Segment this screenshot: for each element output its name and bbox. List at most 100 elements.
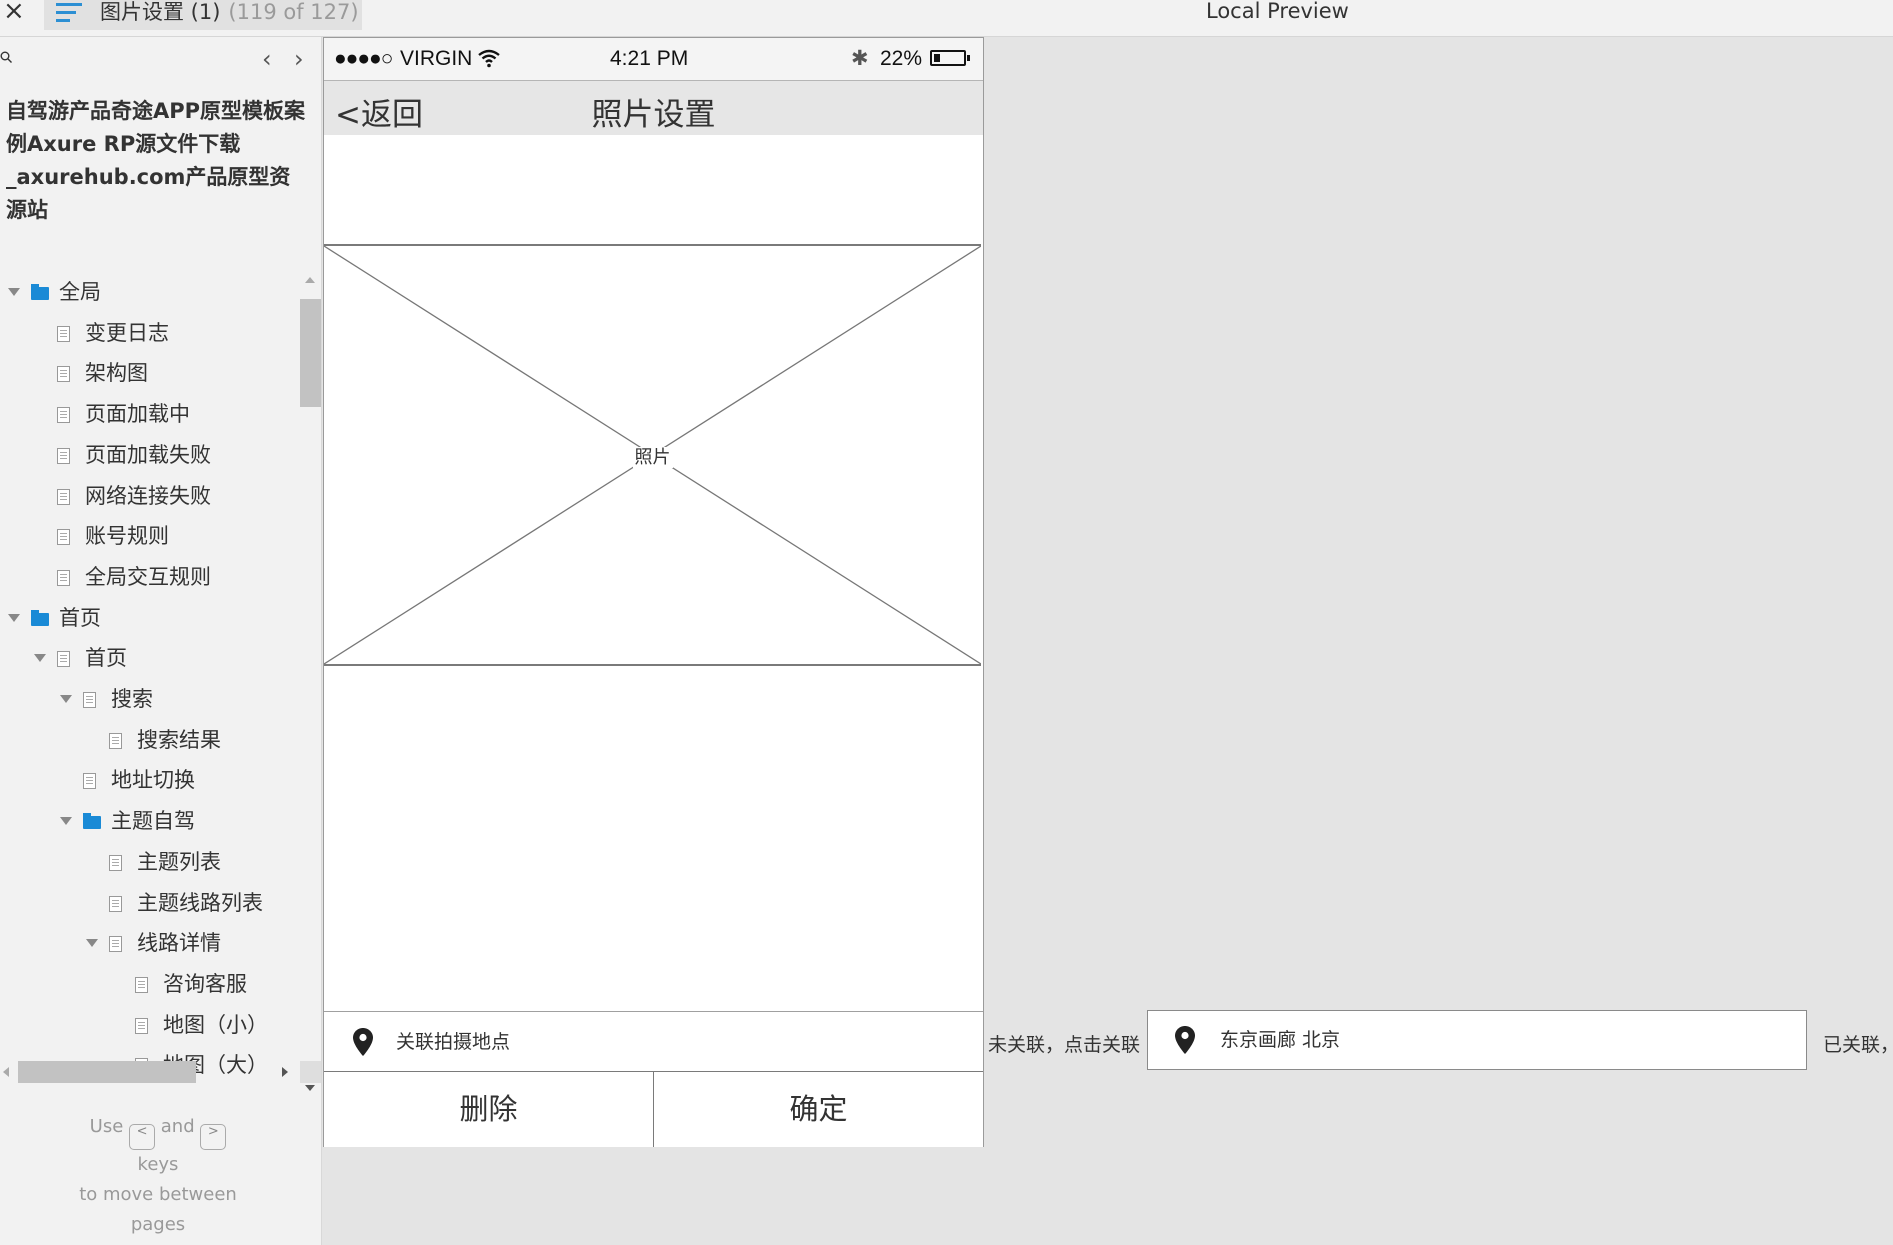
tree-item[interactable]: 架构图	[0, 353, 300, 393]
tree-item[interactable]: 首页	[0, 598, 300, 638]
battery-level	[934, 54, 940, 62]
page-tab-title: 图片设置 (1) (119 of 127)	[100, 0, 359, 24]
tree-item[interactable]: 页面加载失败	[0, 435, 300, 475]
tree-item-label: 搜索	[111, 687, 153, 711]
confirm-button[interactable]: 确定	[654, 1072, 983, 1147]
tree-item[interactable]: 咨询客服	[0, 964, 300, 1004]
tree-item[interactable]: 账号规则	[0, 516, 300, 556]
next-key-icon: >	[200, 1124, 227, 1150]
page-icon	[57, 569, 70, 586]
tree-item[interactable]: 线路详情	[0, 923, 300, 963]
tree-item-label: 全局	[59, 280, 101, 304]
tree-item-label: 页面加载失败	[85, 442, 211, 467]
tree-item[interactable]: 全局	[0, 272, 300, 312]
tree-item[interactable]: 地图（小）	[0, 1005, 300, 1045]
scroll-left-arrow-icon[interactable]	[3, 1067, 9, 1077]
sidebar-horizontal-scrollbar[interactable]	[0, 1061, 300, 1083]
page-icon	[57, 366, 70, 383]
tree-item[interactable]: 全局交互规则	[0, 557, 300, 597]
page-icon	[135, 1017, 148, 1034]
linked-location-row[interactable]: 东京画廊 北京	[1147, 1010, 1807, 1070]
hint-and: and	[160, 1116, 195, 1137]
page-tab[interactable]: 图片设置 (1) (119 of 127)	[44, 0, 362, 30]
page-icon	[135, 976, 148, 993]
tree-item[interactable]: 地图导航	[0, 1086, 300, 1092]
previous-page-icon[interactable]: ‹	[262, 45, 272, 73]
signal-icon: ●●●●○	[334, 47, 393, 70]
linked-state-label: 已关联，	[1823, 1034, 1893, 1056]
nav-bar: <返回 照片设置	[324, 81, 983, 135]
tree-item-label: 咨询客服	[163, 971, 247, 996]
tree-item[interactable]: 主题线路列表	[0, 883, 300, 923]
status-time: 4:21 PM	[610, 47, 689, 70]
expand-arrow-icon[interactable]	[8, 288, 20, 296]
expand-arrow-icon[interactable]	[8, 613, 20, 622]
scrollbar-corner	[300, 1061, 321, 1083]
link-location-row[interactable]: 关联拍摄地点	[324, 1011, 983, 1072]
hint-keys: keys	[137, 1154, 179, 1175]
page-name: 图片设置 (1)	[100, 0, 221, 24]
page-icon	[109, 936, 122, 953]
page-icon	[57, 407, 70, 424]
tree-item-label: 页面加载中	[85, 402, 190, 427]
tree-item[interactable]: 搜索	[0, 679, 300, 719]
tree-item[interactable]: 主题自驾	[0, 801, 300, 841]
unlinked-state-label: 未关联，点击关联	[988, 1034, 1141, 1056]
tree-item-label: 地址切换	[111, 768, 195, 793]
tree-item[interactable]: 网络连接失败	[0, 476, 300, 516]
photo-label-wrap: 照片	[324, 443, 981, 469]
scroll-up-arrow-icon[interactable]	[305, 277, 315, 283]
close-icon[interactable]: ×	[3, 0, 25, 24]
page-icon	[57, 325, 70, 342]
tree-item[interactable]: 首页	[0, 638, 300, 678]
delete-button[interactable]: 删除	[324, 1072, 654, 1147]
battery-percent: 22%	[880, 47, 923, 70]
location-pin-icon	[1175, 1026, 1195, 1054]
tree-item[interactable]: 地址切换	[0, 760, 300, 800]
next-page-icon[interactable]: ›	[294, 45, 304, 73]
tree-item[interactable]: 变更日志	[0, 313, 300, 353]
tree-item-label: 变更日志	[85, 320, 169, 345]
tree-item-label: 地图导航	[163, 1086, 247, 1092]
hint-line2: to move between	[79, 1184, 237, 1205]
menu-icon[interactable]	[56, 3, 82, 23]
search-icon[interactable]	[0, 51, 12, 63]
app-title: Local Preview	[1206, 0, 1349, 23]
battery-tip	[967, 55, 970, 61]
scroll-down-arrow-icon[interactable]	[305, 1085, 315, 1091]
sidebar-vertical-scrollbar[interactable]	[300, 277, 321, 1091]
prev-key-icon: <	[129, 1124, 156, 1150]
tree-item-label: 主题列表	[137, 849, 221, 874]
tree-item[interactable]: 主题列表	[0, 842, 300, 882]
tree-item-label: 主题自驾	[111, 809, 195, 834]
page-icon	[57, 447, 70, 464]
page-icon	[83, 692, 96, 708]
battery-icon	[930, 50, 966, 66]
tree-item-label: 线路详情	[137, 931, 221, 956]
folder-icon	[31, 284, 49, 300]
tree-item-label: 搜索结果	[137, 727, 221, 752]
tree-item-label: 网络连接失败	[85, 483, 211, 508]
status-bar: ●●●●○ VIRGIN 4:21 PM ✱ 22%	[324, 38, 983, 81]
wifi-icon	[478, 49, 500, 68]
scrollbar-thumb[interactable]	[300, 299, 321, 407]
expand-arrow-icon[interactable]	[60, 817, 72, 826]
scrollbar-thumb[interactable]	[18, 1061, 196, 1083]
phone-frame: ●●●●○ VIRGIN 4:21 PM ✱ 22% <返回 照片设置 照片 关…	[323, 37, 984, 1147]
sidebar: ‹ › 自驾游产品奇途APP原型模板案例Axure RP源文件下载_axureh…	[0, 37, 322, 1245]
expand-arrow-icon[interactable]	[86, 939, 98, 948]
carrier-name: VIRGIN	[400, 47, 473, 70]
action-buttons: 删除 确定	[324, 1071, 983, 1147]
scroll-right-arrow-icon[interactable]	[282, 1067, 288, 1077]
page-icon	[109, 854, 122, 871]
expand-arrow-icon[interactable]	[60, 695, 72, 703]
project-title: 自驾游产品奇途APP原型模板案例Axure RP源文件下载_axurehub.c…	[6, 99, 306, 222]
tree-item[interactable]: 页面加载中	[0, 394, 300, 434]
tree-item-label: 架构图	[85, 361, 148, 386]
page-icon	[109, 895, 122, 912]
tree-item-label: 账号规则	[85, 524, 169, 549]
expand-arrow-icon[interactable]	[34, 654, 46, 663]
photo-placeholder[interactable]: 照片	[324, 244, 981, 666]
tree-item[interactable]: 搜索结果	[0, 720, 300, 760]
page-title: 照片设置	[591, 97, 716, 133]
